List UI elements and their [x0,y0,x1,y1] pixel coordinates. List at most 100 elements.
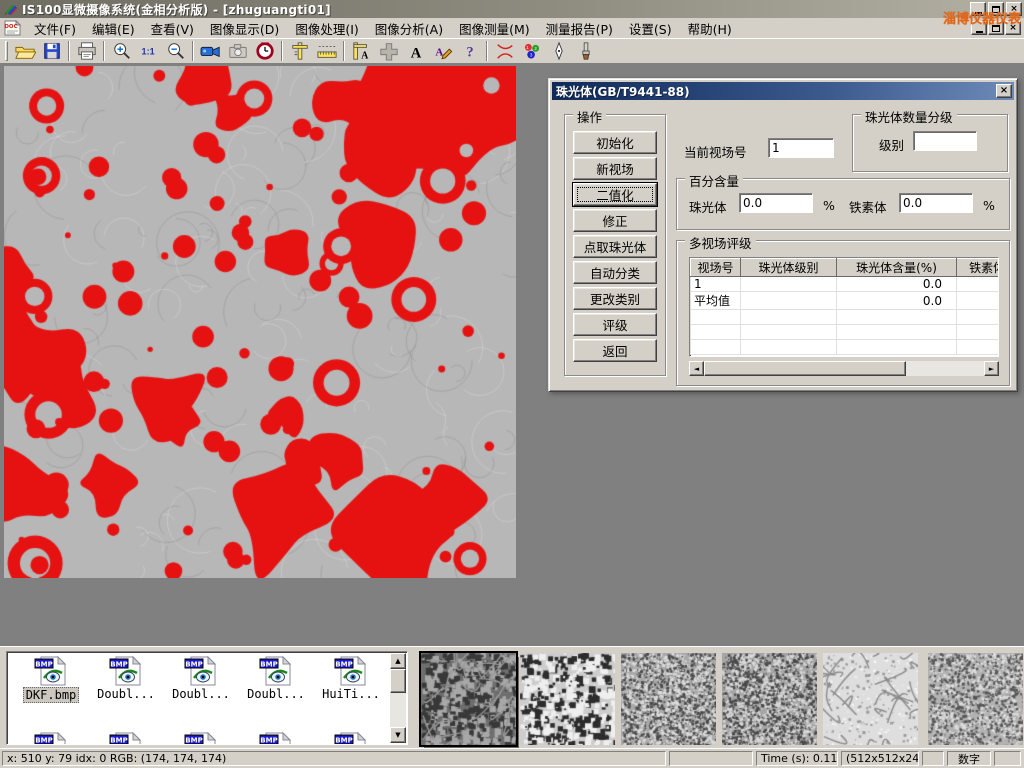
table-cell [837,340,957,355]
save-file-button[interactable] [38,40,65,63]
column-header[interactable]: 视场号 [691,259,741,277]
dialog-close-button[interactable]: × [996,84,1012,98]
pen-tool-button[interactable] [545,40,572,63]
file-item[interactable]: BMP [165,731,237,745]
arrow-down-icon: ▼ [395,731,400,739]
correct-button[interactable]: 修正 [573,209,657,232]
file-item[interactable]: BMP [90,731,162,745]
metallograph-thumb-4[interactable] [722,653,817,745]
ferrite-unit: % [983,198,995,213]
metallograph-thumb-1[interactable] [421,653,516,745]
scroll-left-button[interactable]: ◄ [689,361,704,376]
print-button[interactable] [73,40,100,63]
menu-item-7[interactable]: 图像测量(M) [451,17,538,40]
column-header[interactable]: 珠光体级别 [741,259,837,277]
grade-group-label: 珠光体数量分级 [861,107,957,126]
ruler-measure-button[interactable] [313,40,340,63]
bmp-file-icon: BMP [333,655,369,687]
mdi-close-button[interactable]: × [1005,21,1021,35]
rate-button[interactable]: 评级 [573,313,657,336]
metallograph-thumb-3[interactable] [621,653,716,745]
file-item[interactable]: BMP [315,731,387,745]
rating-group-label: 多视场评级 [685,233,756,252]
ferrite-percent-input[interactable] [899,193,973,213]
metallograph-thumb-5[interactable] [823,653,918,745]
binarize-button[interactable]: 二值化 [573,183,657,206]
phase-count-button[interactable]: 123 [518,40,545,63]
table-row[interactable]: 平均值0.0 [691,292,1000,310]
mdi-minimize-button[interactable] [971,21,987,35]
scroll-down-button[interactable]: ▼ [390,727,406,743]
scroll-up-button[interactable]: ▲ [390,653,406,669]
column-header[interactable]: 铁素体含量(%) [957,259,1000,277]
grade-level-input[interactable] [913,131,977,151]
restore-button[interactable] [988,2,1004,16]
curve-tool-button[interactable] [491,40,518,63]
menu-item-3[interactable]: 查看(V) [143,17,202,40]
file-item[interactable]: BMP [15,731,87,745]
file-item[interactable]: BMP Doubl... [165,655,237,701]
toolbar-grip[interactable] [5,41,8,61]
help-button[interactable]: ? [456,40,483,63]
measure-label-button[interactable]: A [348,40,375,63]
toolbar: 1:1AAA?123 [0,38,1024,64]
table-row[interactable] [691,340,1000,355]
new-field-button[interactable]: 新视场 [573,157,657,180]
initialize-button[interactable]: 初始化 [573,131,657,154]
scrollbar-thumb[interactable] [390,669,406,693]
file-item[interactable]: BMP HuiTi... [315,655,387,701]
micrograph-image[interactable] [4,66,516,578]
mdi-restore-button[interactable] [988,21,1004,35]
file-item[interactable]: BMP [240,731,312,745]
menu-item-4[interactable]: 图像显示(D) [202,17,287,40]
current-field-input[interactable] [768,138,834,158]
menu-item-6[interactable]: 图像分析(A) [367,17,451,40]
timer-button[interactable] [251,40,278,63]
menu-item-8[interactable]: 测量报告(P) [538,17,621,40]
scrollbar-track[interactable] [704,361,984,376]
video-capture-button[interactable] [197,40,224,63]
metallograph-thumb-2[interactable] [520,653,615,745]
pick-pearlite-button[interactable]: 点取珠光体 [573,235,657,258]
caliper-measure-button[interactable] [286,40,313,63]
table-horizontal-scrollbar[interactable]: ◄ ► [689,361,999,376]
table-row[interactable] [691,310,1000,325]
camera-capture-button[interactable] [224,40,251,63]
restore-icon [992,25,1000,32]
brush-tool-button[interactable] [572,40,599,63]
rating-table-container: 视场号珠光体级别珠光体含量(%)铁素体含量(%) 10.0平均值0.0 [689,257,999,357]
menu-item-1[interactable]: 文件(F) [26,17,84,40]
change-class-button[interactable]: 更改类别 [573,287,657,310]
mode-panel: 数字 [947,751,991,766]
file-item[interactable]: BMP Doubl... [240,655,312,701]
column-header[interactable]: 珠光体含量(%) [837,259,957,277]
menu-item-5[interactable]: 图像处理(I) [287,17,366,40]
table-cell [741,277,837,292]
minimize-button[interactable] [970,2,986,16]
file-item[interactable]: BMP Doubl... [90,655,162,701]
table-row[interactable] [691,325,1000,340]
text-label-button[interactable]: A [402,40,429,63]
actual-size-button[interactable]: 1:1 [135,40,162,63]
auto-classify-button[interactable]: 自动分类 [573,261,657,284]
pearlite-percent-input[interactable] [739,193,813,213]
menu-item-2[interactable]: 编辑(E) [84,17,143,40]
zoom-in-button[interactable] [108,40,135,63]
file-item[interactable]: BMP DKF.bmp [15,655,87,703]
scrollbar-thumb[interactable] [704,361,906,376]
dialog-title-bar[interactable]: 珠光体(GB/T9441-88) × [552,82,1014,100]
menu-item-10[interactable]: 帮助(H) [680,17,740,40]
zoom-out-button[interactable] [162,40,189,63]
return-button[interactable]: 返回 [573,339,657,362]
menu-item-9[interactable]: 设置(S) [621,17,680,40]
close-button[interactable]: × [1006,2,1022,16]
annotate-text-button[interactable]: A [429,40,456,63]
table-row[interactable]: 10.0 [691,277,1000,292]
metallograph-thumb-6[interactable] [928,653,1023,745]
open-file-button[interactable] [11,40,38,63]
file-list-scrollbar[interactable]: ▲ ▼ [390,653,406,743]
scroll-right-button[interactable]: ► [984,361,999,376]
zoom-in-icon [111,41,133,61]
svg-text:DOC: DOC [4,24,17,30]
grid-cross-button[interactable] [375,40,402,63]
